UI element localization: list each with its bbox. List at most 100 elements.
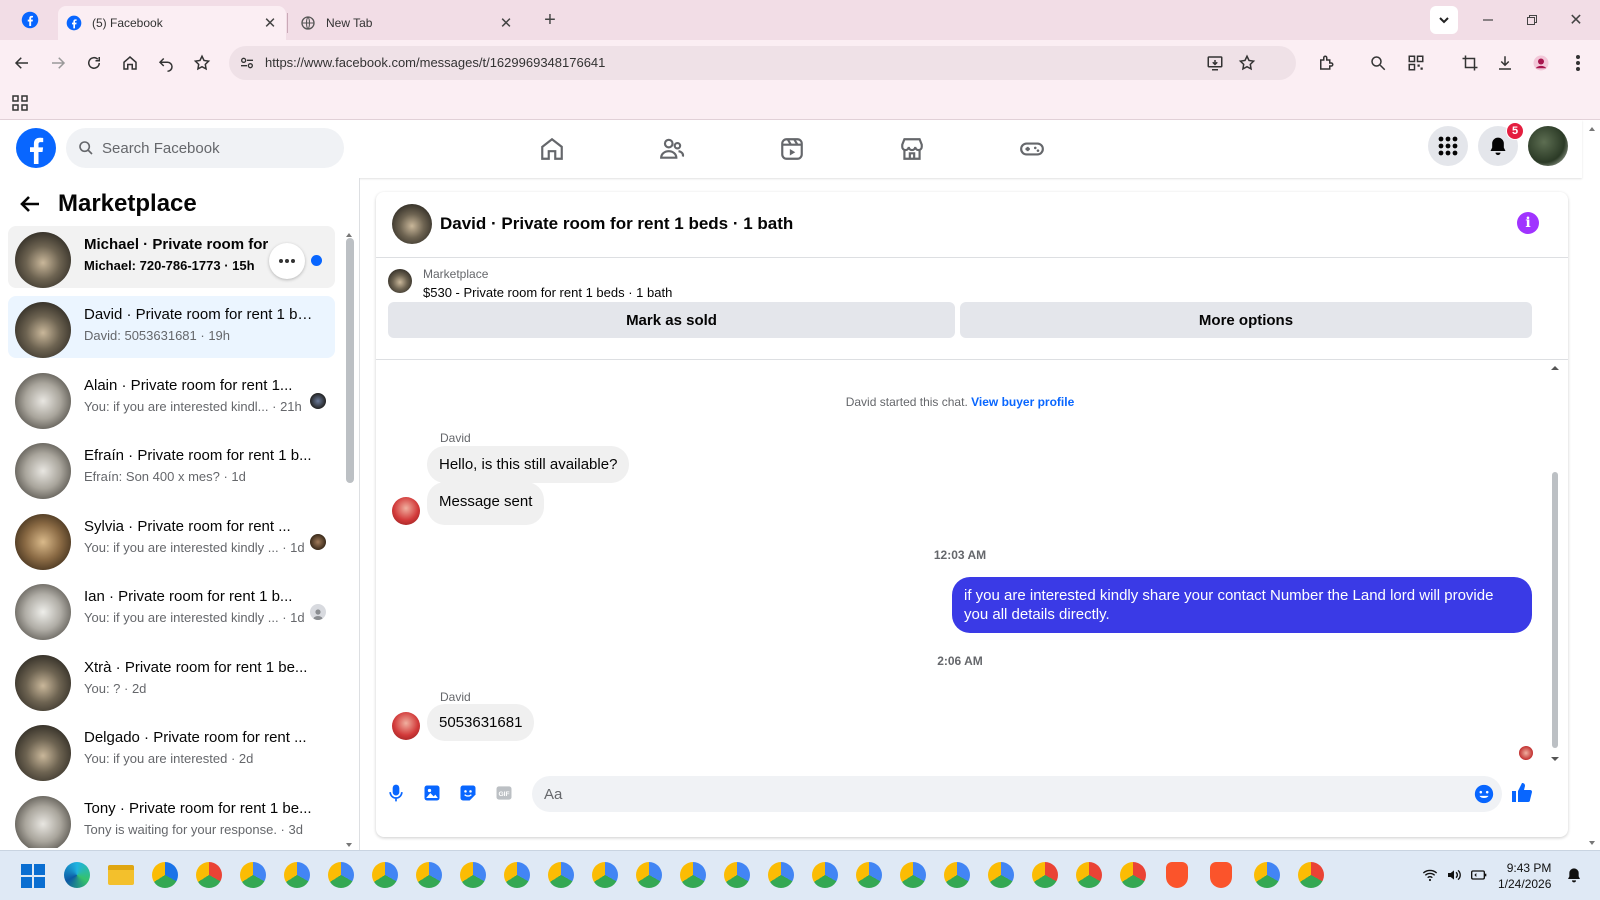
photo-icon[interactable]: [418, 779, 446, 807]
address-bar[interactable]: https://www.facebook.com/messages/t/1629…: [229, 46, 1296, 80]
install-app-icon[interactable]: [1201, 49, 1229, 77]
new-tab-icon[interactable]: +: [536, 6, 564, 34]
incoming-message[interactable]: 5053631681: [427, 704, 535, 741]
home-icon[interactable]: [536, 133, 568, 165]
close-tab-icon[interactable]: ✕: [496, 14, 516, 32]
conversation-item[interactable]: Ian · Private room for rent 1 b... You: …: [8, 578, 335, 640]
browser-menu-icon[interactable]: [1564, 49, 1592, 77]
close-window-icon[interactable]: ✕: [1562, 6, 1590, 34]
wifi-icon[interactable]: [1422, 867, 1438, 883]
gif-icon[interactable]: GIF: [490, 779, 518, 807]
microphone-icon[interactable]: [382, 779, 410, 807]
chat-listing-avatar[interactable]: [392, 204, 432, 244]
back-arrow-icon[interactable]: [18, 192, 42, 216]
more-options-icon[interactable]: [269, 243, 305, 279]
chrome-profile-icon[interactable]: [900, 862, 926, 888]
crop-icon[interactable]: [1456, 49, 1484, 77]
thumbs-up-icon[interactable]: [1508, 779, 1536, 807]
chrome-profile-icon[interactable]: [548, 862, 574, 888]
undo-icon[interactable]: [152, 49, 180, 77]
chrome-profile-icon[interactable]: [680, 862, 706, 888]
conversation-item[interactable]: Michael · Private room for rent 1 beds ·…: [8, 226, 335, 288]
message-input[interactable]: Aa: [532, 776, 1502, 812]
menu-grid-icon[interactable]: [1428, 126, 1468, 166]
chrome-profile-icon[interactable]: [988, 862, 1014, 888]
chrome-profile-icon[interactable]: [416, 862, 442, 888]
chrome-icon[interactable]: [1298, 862, 1324, 888]
bookmark-star-icon[interactable]: [188, 49, 216, 77]
conversation-item[interactable]: Xtrà · Private room for rent 1 be... You…: [8, 649, 335, 711]
chrome-icon[interactable]: [196, 862, 222, 888]
chrome-profile-icon[interactable]: [768, 862, 794, 888]
chrome-profile-icon[interactable]: [460, 862, 486, 888]
marketplace-icon[interactable]: [896, 133, 928, 165]
chrome-profile-icon[interactable]: [372, 862, 398, 888]
sender-avatar[interactable]: [392, 712, 420, 740]
scrollbar-thumb[interactable]: [346, 238, 354, 483]
tab-list-icon[interactable]: [1430, 6, 1458, 34]
chrome-profile-icon[interactable]: [724, 862, 750, 888]
star-icon[interactable]: [1233, 49, 1261, 77]
tab-search-icon[interactable]: [16, 6, 44, 34]
gaming-icon[interactable]: [1016, 133, 1048, 165]
edge-icon[interactable]: [64, 862, 90, 888]
sender-avatar[interactable]: [392, 497, 420, 525]
chrome-profile-icon[interactable]: [504, 862, 530, 888]
extensions-icon[interactable]: [1312, 49, 1340, 77]
windows-start-icon[interactable]: [21, 864, 45, 888]
restore-icon[interactable]: [1518, 6, 1546, 34]
chrome-profile-icon[interactable]: [944, 862, 970, 888]
tab-new-tab[interactable]: New Tab ✕: [292, 6, 522, 40]
conversation-item[interactable]: Sylvia · Private room for rent ... You: …: [8, 508, 335, 570]
home-browser-icon[interactable]: [116, 49, 144, 77]
file-explorer-icon[interactable]: [108, 865, 134, 885]
back-icon[interactable]: [8, 49, 36, 77]
site-settings-icon[interactable]: [233, 49, 261, 77]
search-facebook-input[interactable]: Search Facebook: [66, 128, 344, 168]
video-icon[interactable]: [776, 133, 808, 165]
conversation-item[interactable]: David · Private room for rent 1 beds · 1…: [8, 296, 335, 358]
chrome-icon[interactable]: [1076, 862, 1102, 888]
download-icon[interactable]: [1491, 49, 1519, 77]
minimize-icon[interactable]: [1474, 6, 1502, 34]
tab-facebook[interactable]: (5) Facebook ✕: [58, 6, 286, 40]
incoming-message[interactable]: Message sent: [427, 482, 545, 525]
chrome-profile-icon[interactable]: [1254, 862, 1280, 888]
conversation-item[interactable]: Tony · Private room for rent 1 be... Ton…: [8, 790, 335, 848]
chrome-profile-icon[interactable]: [328, 862, 354, 888]
more-options-button[interactable]: More options: [960, 302, 1532, 338]
qr-code-icon[interactable]: [1402, 49, 1430, 77]
friends-icon[interactable]: [656, 133, 688, 165]
system-clock[interactable]: 9:43 PM 1/24/2026: [1498, 860, 1551, 892]
forward-icon[interactable]: [44, 49, 72, 77]
chrome-profile-icon[interactable]: [636, 862, 662, 888]
account-avatar[interactable]: [1528, 126, 1568, 166]
view-buyer-profile-link[interactable]: View buyer profile: [971, 395, 1074, 409]
listing-title[interactable]: $530 - Private room for rent 1 beds · 1 …: [423, 285, 672, 300]
info-icon[interactable]: i: [1517, 212, 1539, 234]
conversation-item[interactable]: Efraín · Private room for rent 1 b... Ef…: [8, 437, 335, 499]
conversation-item[interactable]: Alain · Private room for rent 1... You: …: [8, 367, 335, 429]
chrome-profile-icon[interactable]: [240, 862, 266, 888]
chrome-profile-icon[interactable]: [856, 862, 882, 888]
battery-icon[interactable]: [1470, 867, 1488, 883]
page-scrollbar[interactable]: [1584, 122, 1600, 850]
emoji-icon[interactable]: [1470, 780, 1498, 808]
brave-icon[interactable]: [1210, 862, 1232, 888]
chrome-profile-icon[interactable]: [284, 862, 310, 888]
mark-as-sold-button[interactable]: Mark as sold: [388, 302, 955, 338]
profile-icon[interactable]: [1527, 49, 1555, 77]
volume-icon[interactable]: [1446, 867, 1462, 883]
notification-bell-icon[interactable]: [1566, 867, 1582, 883]
chrome-profile-icon[interactable]: [152, 862, 178, 888]
chrome-profile-icon[interactable]: [592, 862, 618, 888]
chat-title[interactable]: David · Private room for rent 1 beds · 1…: [440, 214, 793, 234]
reload-icon[interactable]: [80, 49, 108, 77]
incoming-message[interactable]: Hello, is this still available?: [427, 446, 630, 483]
zoom-search-icon[interactable]: [1364, 49, 1392, 77]
facebook-logo-icon[interactable]: [16, 128, 56, 168]
apps-grid-icon[interactable]: [6, 89, 34, 117]
outgoing-message[interactable]: if you are interested kindly share your …: [952, 577, 1532, 633]
chrome-icon[interactable]: [1032, 862, 1058, 888]
message-thread-scrollbar[interactable]: [1550, 364, 1560, 764]
